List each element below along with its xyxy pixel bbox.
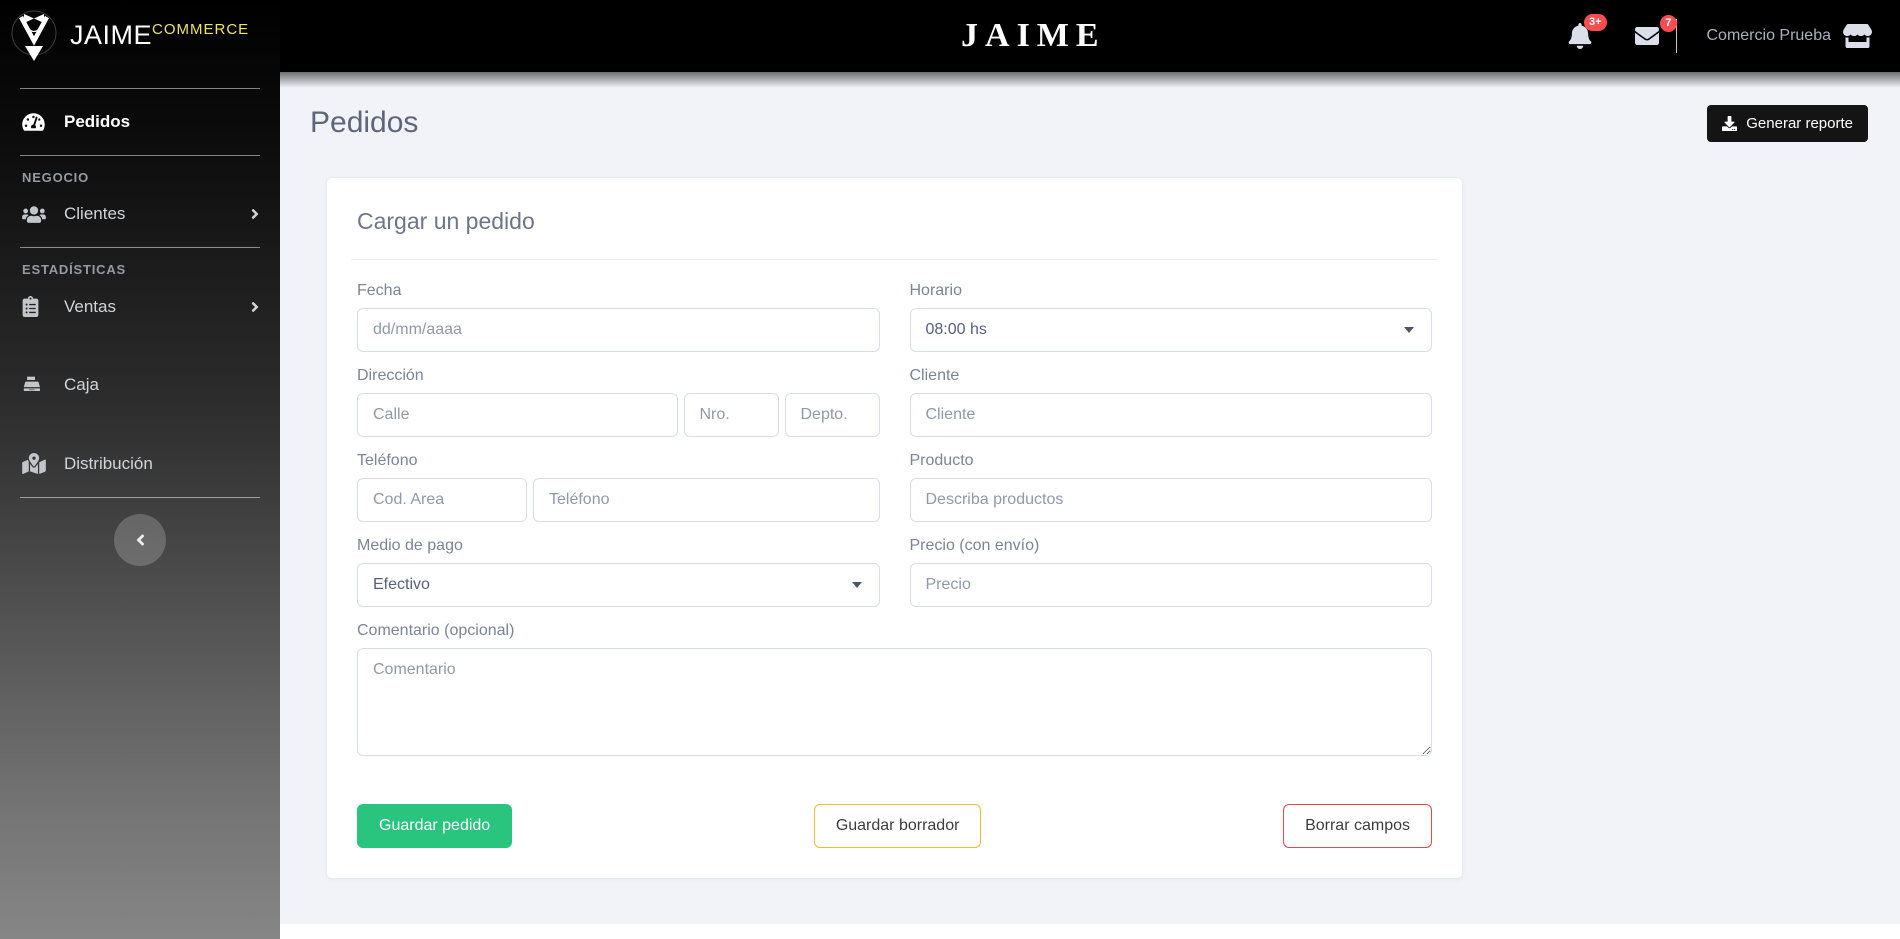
cliente-field-group: Cliente: [910, 367, 1433, 437]
comentario-field-group: Comentario (opcional): [357, 622, 1432, 761]
sidebar-item-label: Pedidos: [64, 112, 130, 132]
chevron-left-icon: [135, 531, 146, 549]
main-content: Pedidos Generar reporte Cargar un pedido…: [280, 72, 1900, 939]
messages-badge: 7: [1660, 15, 1676, 32]
medio-pago-label: Medio de pago: [357, 537, 880, 555]
sidebar-item-pedidos[interactable]: Pedidos: [0, 97, 280, 147]
telefono-label: Teléfono: [357, 452, 880, 470]
precio-label: Precio (con envío): [910, 537, 1433, 555]
precio-field-group: Precio (con envío): [910, 537, 1433, 607]
download-icon: [1722, 116, 1737, 131]
comentario-textarea[interactable]: [357, 648, 1432, 756]
producto-input[interactable]: [910, 478, 1433, 522]
sidebar: JAIMECOMMERCE Pedidos NEGOCIO Clientes E…: [0, 0, 280, 939]
tachometer-icon: [22, 112, 50, 132]
telefono-input[interactable]: [533, 478, 880, 522]
account-name: Comercio Prueba: [1707, 27, 1832, 45]
messages-button[interactable]: 7: [1632, 24, 1662, 48]
sidebar-divider: [20, 497, 260, 498]
chevron-right-icon: [250, 206, 260, 222]
sidebar-divider: [20, 88, 260, 89]
card-title: Cargar un pedido: [357, 208, 1438, 235]
comentario-label: Comentario (opcional): [357, 622, 1432, 640]
notifications-button[interactable]: 3+: [1568, 23, 1592, 49]
medio-pago-selected-value: Efectivo: [373, 576, 430, 594]
sidebar-item-ventas[interactable]: Ventas: [0, 281, 280, 332]
chevron-right-icon: [250, 299, 260, 315]
users-icon: [22, 205, 50, 224]
cash-register-icon: [22, 375, 50, 395]
nro-input[interactable]: [684, 393, 779, 437]
sidebar-item-clientes[interactable]: Clientes: [0, 189, 280, 239]
medio-pago-select[interactable]: Efectivo: [357, 563, 880, 607]
footer-strip: [280, 924, 1900, 939]
clipboard-icon: [22, 296, 50, 317]
generate-report-label: Generar reporte: [1746, 115, 1853, 132]
brand[interactable]: JAIMECOMMERCE: [0, 0, 280, 80]
calle-input[interactable]: [357, 393, 678, 437]
top-navbar: JAIME 3+ 7 Comercio Prueba: [280, 0, 1900, 72]
horario-selected-value: 08:00 hs: [926, 321, 987, 339]
sidebar-item-label: Caja: [64, 375, 99, 395]
guardar-borrador-button[interactable]: Guardar borrador: [814, 804, 982, 848]
notifications-badge: 3+: [1584, 14, 1607, 31]
depto-input[interactable]: [785, 393, 880, 437]
cliente-input[interactable]: [910, 393, 1433, 437]
fecha-field-group: Fecha: [357, 282, 880, 352]
tuxedo-logo-icon: [10, 8, 58, 66]
account-menu[interactable]: Comercio Prueba: [1707, 24, 1873, 48]
sidebar-divider: [20, 155, 260, 156]
borrar-campos-button[interactable]: Borrar campos: [1283, 804, 1432, 848]
fecha-label: Fecha: [357, 282, 880, 300]
page-title: Pedidos: [310, 106, 418, 140]
cod-area-input[interactable]: [357, 478, 527, 522]
order-form-card: Cargar un pedido Fecha Horario 08:00 hs …: [326, 177, 1463, 879]
sidebar-item-label: Clientes: [64, 204, 125, 224]
horario-select[interactable]: 08:00 hs: [910, 308, 1433, 352]
telefono-field-group: Teléfono: [357, 452, 880, 522]
caret-down-icon: [852, 582, 862, 588]
sidebar-section-negocio: NEGOCIO: [22, 170, 280, 185]
cliente-label: Cliente: [910, 367, 1433, 385]
producto-label: Producto: [910, 452, 1433, 470]
brand-name: JAIMECOMMERCE: [70, 20, 249, 51]
medio-pago-field-group: Medio de pago Efectivo: [357, 537, 880, 607]
sidebar-collapse-button[interactable]: [114, 514, 166, 566]
producto-field-group: Producto: [910, 452, 1433, 522]
direccion-field-group: Dirección: [357, 367, 880, 437]
envelope-icon: [1632, 24, 1662, 48]
sidebar-item-label: Distribución: [64, 454, 153, 474]
guardar-pedido-button[interactable]: Guardar pedido: [357, 804, 512, 848]
direccion-label: Dirección: [357, 367, 880, 385]
precio-input[interactable]: [910, 563, 1433, 607]
horario-field-group: Horario 08:00 hs: [910, 282, 1433, 352]
brand-suffix: COMMERCE: [152, 21, 249, 38]
fecha-input[interactable]: [357, 308, 880, 352]
horario-label: Horario: [910, 282, 1433, 300]
map-icon: [22, 453, 50, 474]
navbar-title: JAIME: [961, 17, 1106, 55]
sidebar-item-label: Ventas: [64, 297, 116, 317]
store-icon: [1843, 24, 1872, 48]
sidebar-divider: [20, 247, 260, 248]
sidebar-section-estadisticas: ESTADÍSTICAS: [22, 262, 280, 277]
card-divider: [351, 259, 1438, 260]
sidebar-item-distribucion[interactable]: Distribución: [0, 438, 280, 489]
caret-down-icon: [1404, 327, 1414, 333]
generate-report-button[interactable]: Generar reporte: [1707, 105, 1868, 142]
sidebar-item-caja[interactable]: Caja: [0, 360, 280, 410]
